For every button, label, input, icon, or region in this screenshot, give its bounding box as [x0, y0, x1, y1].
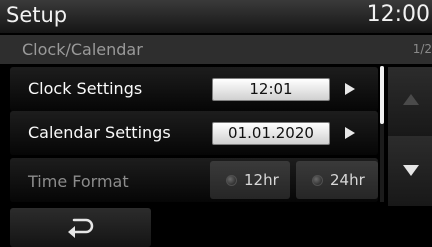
radio-12hr[interactable]: 12hr: [210, 161, 290, 199]
scrollbar[interactable]: [380, 66, 384, 202]
right-triangle-icon: [345, 127, 355, 139]
scroll-up-button[interactable]: [388, 67, 432, 137]
section-title: Clock/Calendar: [22, 40, 143, 59]
page-title: Setup: [6, 3, 68, 27]
radio-24hr-label: 24hr: [330, 171, 365, 189]
calendar-value-field[interactable]: 01.01.2020: [212, 122, 330, 145]
clock-settings-row[interactable]: Clock Settings 12:01: [10, 67, 378, 111]
radio-dot-icon: [226, 175, 237, 186]
clock-display: 12:00: [366, 2, 430, 27]
header-bar: Setup 12:00: [0, 0, 432, 33]
up-triangle-icon: [403, 94, 419, 105]
radio-24hr[interactable]: 24hr: [296, 161, 378, 199]
right-triangle-icon: [345, 83, 355, 95]
page-indicator: 1/2: [412, 42, 432, 56]
scrollbar-thumb[interactable]: [380, 66, 384, 124]
back-button[interactable]: [10, 208, 151, 247]
time-format-row: Time Format 12hr 24hr: [10, 158, 378, 202]
calendar-settings-label: Calendar Settings: [28, 123, 171, 142]
back-arrow-icon: [68, 218, 94, 238]
scroll-down-button[interactable]: [388, 136, 432, 206]
radio-12hr-label: 12hr: [244, 171, 279, 189]
time-format-label: Time Format: [28, 172, 129, 191]
subheader-bar: Clock/Calendar 1/2: [0, 35, 432, 64]
calendar-settings-row[interactable]: Calendar Settings 01.01.2020: [10, 111, 378, 155]
radio-dot-icon: [312, 175, 323, 186]
down-triangle-icon: [403, 165, 419, 176]
clock-settings-label: Clock Settings: [28, 79, 143, 98]
clock-value-field[interactable]: 12:01: [212, 78, 330, 101]
